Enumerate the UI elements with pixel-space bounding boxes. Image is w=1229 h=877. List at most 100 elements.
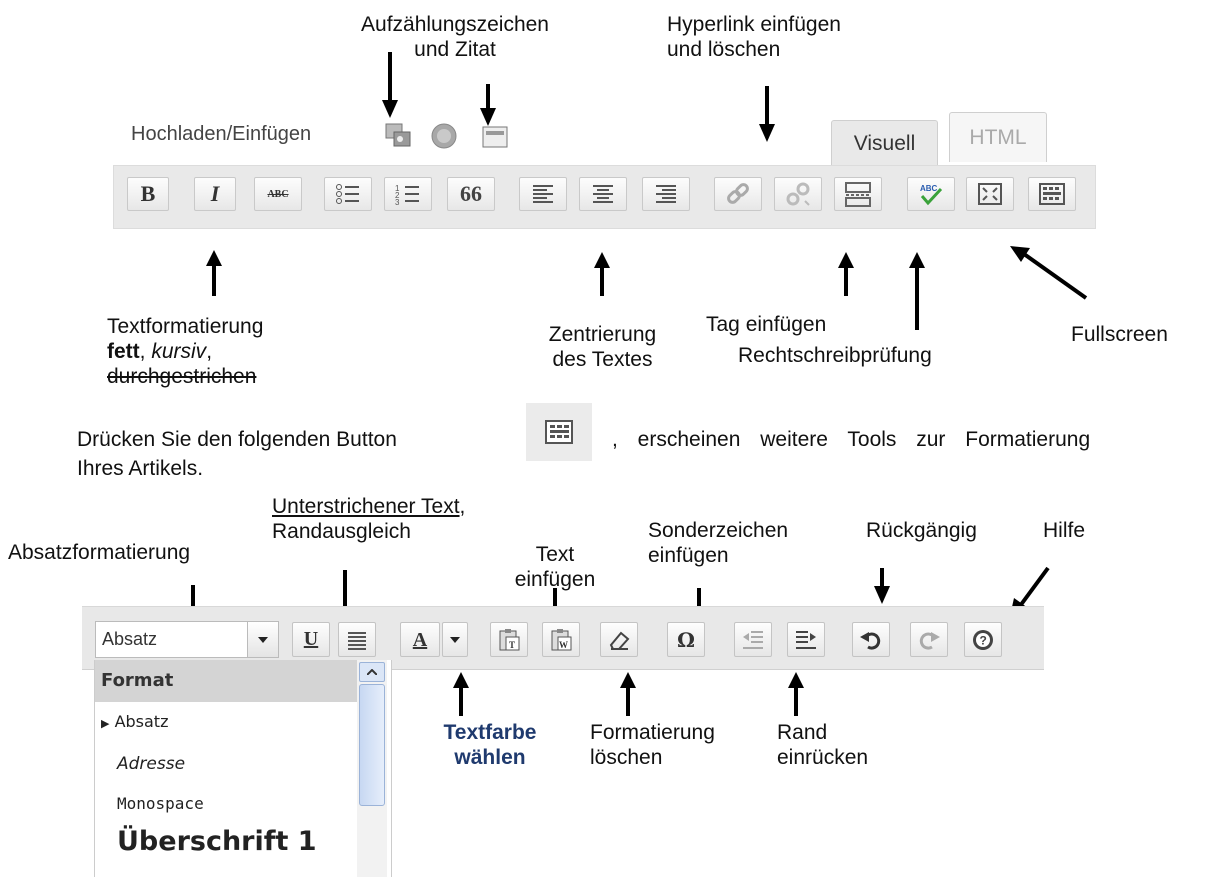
- annotation-clear-format: Formatierung löschen: [590, 721, 715, 769]
- annotation-underline-justify: Unterstrichener Text, Randausgleich: [272, 495, 466, 543]
- format-option-adresse[interactable]: Adresse: [117, 754, 185, 774]
- selected-indicator-icon: ▶: [101, 717, 110, 730]
- format-option-heading1[interactable]: Überschrift 1: [117, 826, 317, 857]
- eraser-icon: [609, 631, 630, 650]
- justify-button[interactable]: [338, 622, 376, 657]
- arrow-to-clear-format: [620, 672, 636, 716]
- blockquote-button[interactable]: 66: [447, 177, 495, 211]
- svg-text:W: W: [559, 640, 568, 650]
- annotation-help: Hilfe: [1043, 519, 1086, 542]
- align-right-icon: [656, 185, 676, 203]
- fullscreen-button[interactable]: [966, 177, 1014, 211]
- numbered-list-button[interactable]: 123: [384, 177, 432, 211]
- paragraph-line1-end: , erscheinen weitere Tools zur Formatier…: [612, 428, 1091, 451]
- align-left-button[interactable]: [519, 177, 567, 211]
- indent-icon: [796, 630, 816, 649]
- paste-word-button[interactable]: W: [542, 622, 580, 657]
- media-upload-icon[interactable]: [384, 122, 414, 155]
- kitchen-sink-inline-icon: [526, 403, 592, 461]
- scroll-thumb[interactable]: [359, 684, 385, 806]
- unlink-icon: [786, 182, 810, 206]
- text-color-button[interactable]: A: [400, 622, 440, 657]
- svg-text:3: 3: [395, 198, 400, 206]
- paste-word-icon: W: [551, 628, 572, 650]
- annotation-fullscreen: Fullscreen: [1071, 323, 1168, 346]
- media-insert-icon[interactable]: [481, 124, 511, 155]
- editor-toolbar-primary: B I ABC 123 66 ABC: [113, 165, 1096, 229]
- dropdown-scrollbar[interactable]: [357, 660, 387, 877]
- insert-more-tag-button[interactable]: [834, 177, 882, 211]
- annotation-hyperlink: Hyperlink einfügen und löschen: [667, 13, 841, 61]
- chevron-down-icon[interactable]: [248, 621, 279, 658]
- align-center-icon: [593, 185, 613, 203]
- tab-visual[interactable]: Visuell: [831, 120, 938, 166]
- format-select-value: Absatz: [95, 621, 248, 658]
- remove-link-button[interactable]: [774, 177, 822, 211]
- clear-formatting-button[interactable]: [600, 622, 638, 657]
- arrow-to-link-icon: [759, 86, 775, 142]
- format-option-absatz[interactable]: ▶ Absatz: [101, 712, 168, 731]
- annotation-paste-text: Text einfügen: [514, 543, 596, 591]
- annotation-text-color: Textfarbe wählen: [443, 721, 537, 769]
- insert-link-button[interactable]: [714, 177, 762, 211]
- bullet-list-button[interactable]: [324, 177, 372, 211]
- outdent-icon: [743, 630, 763, 649]
- arrow-to-upload-icon: [382, 52, 398, 118]
- outdent-button[interactable]: [734, 622, 772, 657]
- arrow-to-text-color: [453, 672, 469, 716]
- svg-text:ABC: ABC: [920, 184, 938, 193]
- arrow-to-center: [594, 252, 610, 296]
- arrow-to-fullscreen: [1010, 246, 1088, 300]
- more-tag-icon: [845, 182, 871, 207]
- svg-text:?: ?: [980, 633, 987, 647]
- arrow-to-spellcheck: [909, 252, 925, 330]
- fullscreen-icon: [978, 183, 1002, 205]
- tab-html[interactable]: HTML: [949, 112, 1047, 162]
- annotation-spellcheck: Rechtschreibprüfung: [738, 344, 932, 367]
- paste-text-icon: T: [499, 628, 520, 650]
- special-character-button[interactable]: Ω: [667, 622, 705, 657]
- bold-button[interactable]: B: [127, 177, 169, 211]
- omega-icon: Ω: [677, 627, 695, 652]
- align-center-button[interactable]: [579, 177, 627, 211]
- paragraph-line1-start: Drücken Sie den folgenden Button: [77, 428, 397, 451]
- italic-button[interactable]: I: [194, 177, 236, 211]
- annotation-text-format: Textformatierung fett, kursiv, durchgest…: [107, 315, 264, 388]
- undo-button[interactable]: [852, 622, 890, 657]
- annotation-tag-insert: Tag einfügen: [706, 313, 827, 336]
- format-option-monospace[interactable]: Monospace: [117, 794, 204, 813]
- audio-upload-icon[interactable]: [430, 122, 460, 155]
- numbered-list-icon: 123: [395, 184, 419, 206]
- chevron-down-icon: [450, 636, 460, 643]
- text-color-dropdown[interactable]: [442, 622, 468, 657]
- indent-button[interactable]: [787, 622, 825, 657]
- annotation-indent: Rand einrücken: [777, 721, 869, 769]
- spellcheck-button[interactable]: ABC: [907, 177, 955, 211]
- strikethrough-button[interactable]: ABC: [254, 177, 302, 211]
- align-right-button[interactable]: [642, 177, 690, 211]
- redo-icon: [919, 631, 940, 650]
- quote-icon: 66: [460, 181, 482, 206]
- justify-icon: [348, 631, 366, 650]
- upload-insert-label: Hochladen/Einfügen: [131, 123, 312, 145]
- scroll-up-arrow[interactable]: [359, 662, 385, 682]
- arrow-to-undo: [874, 568, 890, 604]
- spellcheck-icon: ABC: [920, 184, 943, 206]
- annotation-paragraph-format: Absatzformatierung: [8, 541, 191, 564]
- annotation-undo: Rückgängig: [866, 519, 977, 542]
- undo-icon: [860, 631, 881, 650]
- format-select[interactable]: Absatz: [95, 621, 279, 658]
- format-dropdown-list: Format ▶ Absatz Adresse Monospace Übersc…: [94, 660, 392, 877]
- kitchen-sink-icon: [1039, 183, 1065, 205]
- underline-button[interactable]: U: [292, 622, 330, 657]
- arrow-to-text-format: [206, 250, 222, 296]
- arrow-to-tag: [838, 252, 854, 296]
- format-dropdown-header: Format: [95, 660, 359, 702]
- annotation-center: Zentrierung des Textes: [548, 323, 657, 371]
- redo-button[interactable]: [910, 622, 948, 657]
- kitchen-sink-button[interactable]: [1028, 177, 1076, 211]
- paste-text-button[interactable]: T: [490, 622, 528, 657]
- paragraph-line2: Ihres Artikels.: [77, 457, 204, 480]
- arrow-to-indent: [788, 672, 804, 716]
- help-button[interactable]: ?: [964, 622, 1002, 657]
